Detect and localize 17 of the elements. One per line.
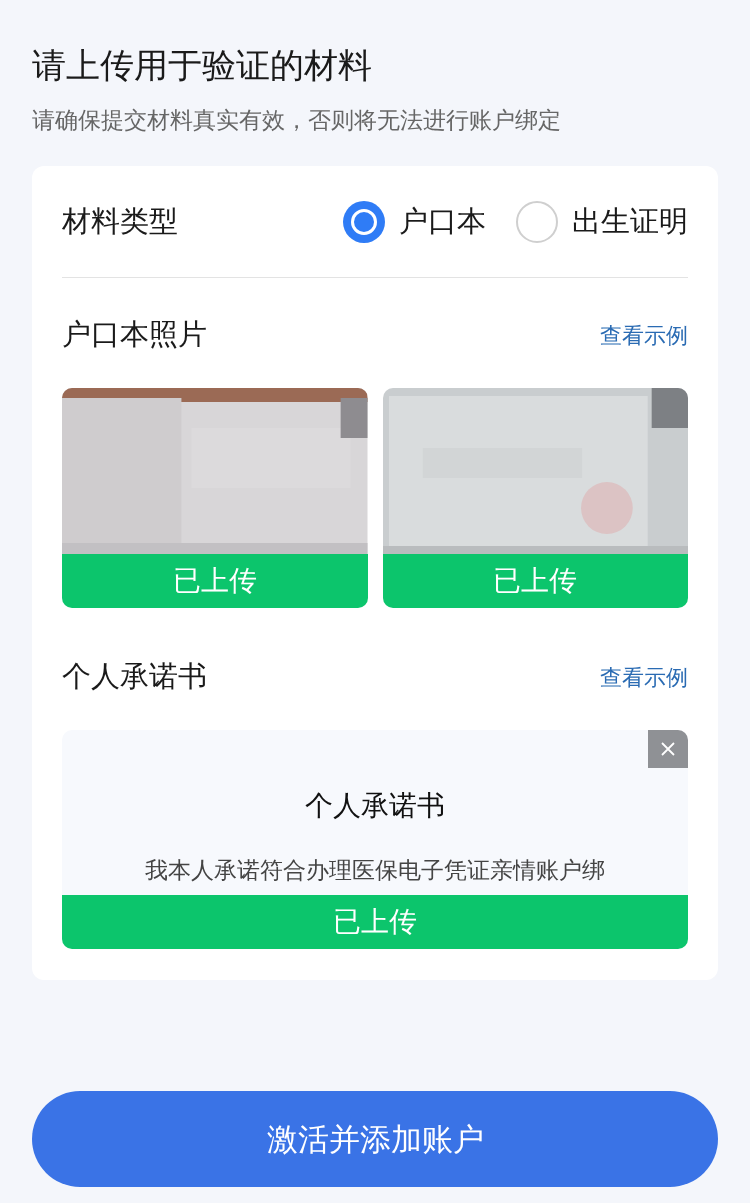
close-button[interactable] bbox=[648, 730, 688, 768]
upload-status-bar: 已上传 bbox=[62, 895, 688, 949]
document-text: 我本人承诺符合办理医保电子凭证亲情账户绑 bbox=[145, 856, 605, 885]
upload-status-bar: 已上传 bbox=[62, 554, 368, 608]
close-icon bbox=[661, 742, 675, 756]
page-title: 请上传用于验证的材料 bbox=[32, 44, 373, 87]
section-title: 个人承诺书 bbox=[62, 658, 207, 696]
example-link[interactable]: 查看示例 bbox=[600, 660, 688, 694]
section-title: 户口本照片 bbox=[62, 316, 207, 354]
submit-button[interactable]: 激活并添加账户 bbox=[32, 1091, 718, 1187]
field-label: 材料类型 bbox=[62, 202, 178, 240]
document-title: 个人承诺书 bbox=[305, 788, 445, 824]
radio-option[interactable]: 出生证明 bbox=[516, 199, 688, 244]
example-link[interactable]: 查看示例 bbox=[600, 318, 688, 352]
page-subtitle: 请确保提交材料真实有效，否则将无法进行账户绑定 bbox=[32, 106, 562, 135]
radio-option[interactable]: 户口本 bbox=[343, 199, 486, 244]
upload-status-bar: 已上传 bbox=[382, 554, 688, 608]
